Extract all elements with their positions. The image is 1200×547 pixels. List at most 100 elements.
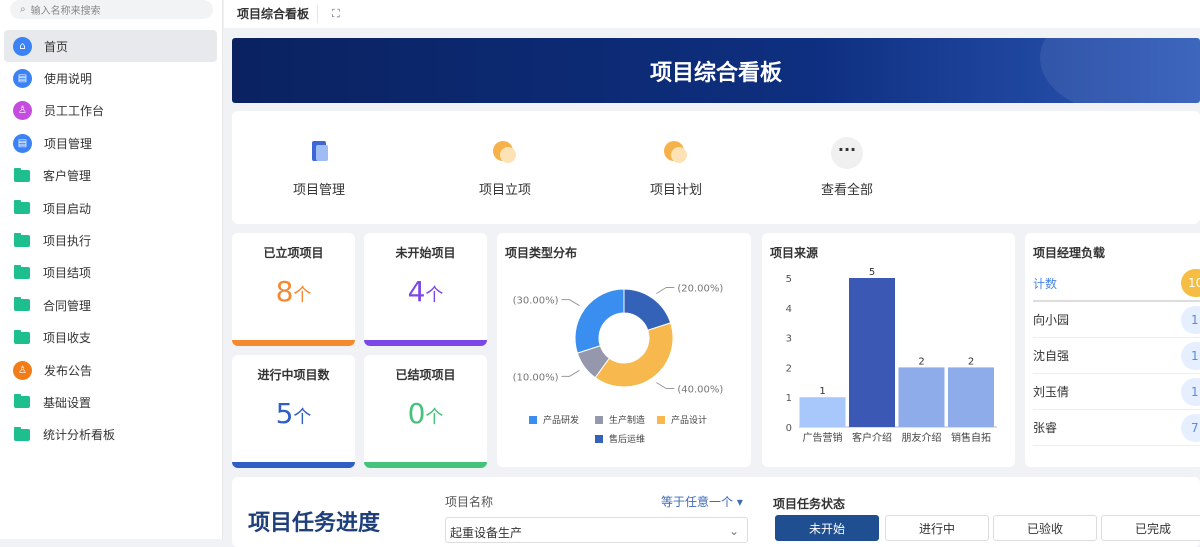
- sidebar-item[interactable]: 项目执行: [4, 224, 217, 256]
- home-icon: ⌂: [13, 36, 32, 56]
- status-not-started-button[interactable]: 未开始: [775, 515, 879, 541]
- y-tick-label: 4: [786, 304, 792, 315]
- search-icon: ⌕: [20, 4, 26, 15]
- count-badge: 1: [1181, 341, 1200, 370]
- fullscreen-icon[interactable]: ⛶: [332, 7, 340, 21]
- quick-view-all[interactable]: ··· 查看全部: [797, 137, 897, 198]
- sidebar-item[interactable]: 项目收支: [4, 322, 217, 354]
- folder-icon: [14, 394, 30, 409]
- y-tick-label: 3: [786, 334, 792, 345]
- sidebar-item-label: 项目管理: [44, 136, 93, 151]
- label-line: [656, 287, 675, 294]
- pie-slice[interactable]: [594, 322, 674, 388]
- folder-icon: [14, 426, 30, 441]
- project-source-chart: 项目来源 0 1 2 3 4 5 1 广告营销 5 客户介绍 2 朋友介绍 2 销售自拓: [762, 233, 1015, 467]
- label-line: [561, 369, 580, 377]
- stat-bar: [364, 462, 487, 468]
- manager-row: 向小园 1: [1033, 302, 1200, 338]
- legend-label[interactable]: 售后运维: [609, 433, 645, 445]
- card-title: 项目经理负载: [1033, 246, 1106, 260]
- sidebar-item[interactable]: ▤ 项目管理: [4, 127, 217, 159]
- manager-row: 刘玉倩 1: [1033, 374, 1200, 410]
- chevron-down-icon: ⌄: [728, 524, 739, 538]
- count-header: 计数 10: [1033, 266, 1200, 302]
- quick-project-management[interactable]: 项目管理: [269, 137, 369, 198]
- sidebar-item-label: 合同管理: [43, 298, 92, 313]
- folder-icon: [14, 232, 30, 247]
- bar[interactable]: [898, 367, 945, 427]
- x-tick-label: 广告营销: [803, 431, 843, 444]
- legend-label[interactable]: 产品研发: [543, 414, 579, 426]
- legend-swatch: [529, 416, 537, 424]
- legend-label[interactable]: 产品设计: [671, 414, 707, 426]
- legend-label[interactable]: 生产制造: [609, 414, 645, 426]
- label-line: [561, 299, 580, 307]
- stat-label: 未开始项目: [395, 246, 456, 260]
- search-input[interactable]: ⌕ 输入名称来搜索: [10, 0, 213, 19]
- tab-bar: 项目综合看板 ⛶: [224, 0, 1200, 28]
- stat-label: 进行中项目数: [257, 368, 330, 382]
- sidebar-item[interactable]: 客户管理: [4, 160, 217, 192]
- manager-row: 张睿 7: [1033, 410, 1200, 446]
- sidebar-item[interactable]: 项目启动: [4, 192, 217, 224]
- document-icon: ▤: [13, 69, 32, 89]
- sidebar-item[interactable]: ♙ 员工工作台: [4, 95, 217, 127]
- stat-value: 8个: [275, 275, 312, 308]
- project-name-select[interactable]: 起重设备生产 ⌄: [445, 517, 748, 543]
- filter-mode-dropdown[interactable]: 等于任意一个 ▾: [661, 493, 743, 510]
- status-completed-button[interactable]: 已完成: [1101, 515, 1200, 541]
- stat-label: 已立项项目: [263, 246, 324, 260]
- sidebar-item[interactable]: ⌂ 首页: [4, 30, 217, 63]
- sidebar: ⌕ 输入名称来搜索 ⌂ 首页 ▤ 使用说明 ♙ 员工工作台 ▤ 项目管理 客户管理 项目启动 项目执行…: [0, 0, 223, 539]
- bar-value-label: 5: [869, 267, 875, 278]
- folder-icon: [14, 329, 30, 344]
- sidebar-item-label: 统计分析看板: [43, 428, 116, 443]
- sidebar-item[interactable]: 基础设置: [4, 386, 217, 418]
- filter-label: 项目名称: [445, 495, 494, 509]
- sidebar-item[interactable]: ♙ 发布公告: [4, 354, 217, 386]
- sidebar-item-label: 使用说明: [44, 72, 93, 87]
- stat-label: 已结项项目: [395, 368, 456, 382]
- pie-label: (10.00%): [513, 372, 559, 383]
- pie-label: (40.00%): [677, 384, 723, 395]
- y-tick-label: 0: [786, 423, 792, 434]
- tab-dashboard[interactable]: 项目综合看板: [224, 5, 319, 23]
- manager-row: 沈自强 1: [1033, 338, 1200, 374]
- sidebar-item[interactable]: 统计分析看板: [4, 419, 217, 451]
- stat-card: 已立项项目 8个: [232, 233, 355, 346]
- manager-load-card: 项目经理负载 计数 10 向小园 1 沈自强 1 刘玉倩 1 张睿 7: [1025, 233, 1200, 467]
- stat-value: 4个: [407, 275, 444, 308]
- x-tick-label: 朋友介绍: [902, 431, 942, 444]
- bar[interactable]: [948, 367, 994, 427]
- status-in-progress-button[interactable]: 进行中: [885, 515, 989, 541]
- approval-icon: [489, 137, 521, 169]
- quick-project-plan[interactable]: 项目计划: [626, 137, 726, 198]
- legend-swatch: [595, 435, 603, 443]
- sidebar-nav: ⌂ 首页 ▤ 使用说明 ♙ 员工工作台 ▤ 项目管理 客户管理 项目启动 项目执行 项目结项 合同管理项…: [4, 30, 217, 451]
- y-tick-label: 5: [786, 274, 792, 285]
- sidebar-item-label: 项目结项: [43, 266, 92, 281]
- pie-slice[interactable]: [623, 288, 672, 331]
- bar-value-label: 2: [968, 356, 974, 367]
- sidebar-item-label: 项目执行: [43, 234, 92, 249]
- status-accepted-button[interactable]: 已验收: [993, 515, 1097, 541]
- y-tick-label: 2: [786, 363, 792, 374]
- sidebar-item-label: 项目启动: [43, 201, 92, 216]
- quick-project-approval[interactable]: 项目立项: [455, 137, 555, 198]
- pie-slice[interactable]: [574, 288, 625, 354]
- sidebar-item[interactable]: ▤ 使用说明: [4, 62, 217, 94]
- label-line: [656, 382, 675, 389]
- y-tick-label: 1: [786, 393, 792, 404]
- section-title: 项目任务进度: [248, 511, 381, 536]
- sidebar-item-label: 员工工作台: [44, 104, 105, 119]
- pie-label: (30.00%): [513, 296, 559, 307]
- bar[interactable]: [799, 397, 846, 427]
- stat-bar: [232, 462, 355, 468]
- bar[interactable]: [849, 278, 895, 427]
- bar-value-label: 1: [819, 386, 825, 397]
- bar-value-label: 2: [918, 356, 924, 367]
- count-badge: 1: [1181, 377, 1200, 406]
- count-badge: 1: [1181, 305, 1200, 334]
- sidebar-item[interactable]: 项目结项: [4, 257, 217, 289]
- sidebar-item[interactable]: 合同管理: [4, 289, 217, 321]
